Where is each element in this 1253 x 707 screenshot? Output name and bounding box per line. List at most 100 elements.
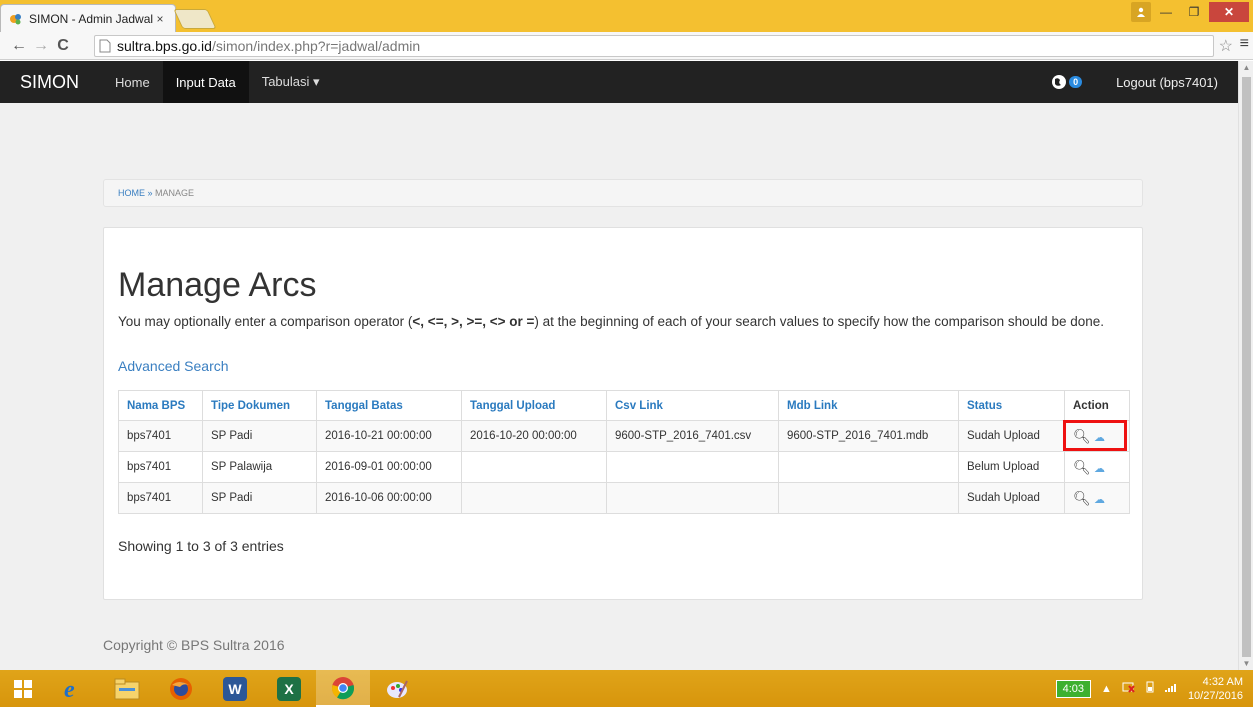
scroll-up-icon[interactable]: ▲ (1239, 63, 1253, 72)
url-input[interactable]: sultra.bps.go.id/simon/index.php?r=jadwa… (94, 35, 1214, 57)
cell-tipe-dokumen: SP Palawija (202, 451, 317, 483)
clock-date: 10/27/2016 (1187, 689, 1243, 702)
folder-icon (114, 678, 140, 699)
table-row: bps7401 SP Padi 2016-10-21 00:00:00 2016… (118, 420, 1130, 452)
cell-tanggal-upload (461, 482, 607, 514)
cell-action: 🔍︎ ☁ (1064, 451, 1130, 483)
user-profile-icon[interactable] (1131, 2, 1151, 22)
cell-tanggal-batas: 2016-10-21 00:00:00 (316, 420, 462, 452)
browser-menu-icon[interactable]: ≡ (1240, 35, 1249, 53)
brand-logo[interactable]: SIMON (0, 72, 102, 93)
tab-title: SIMON - Admin Jadwal (29, 11, 154, 26)
windows-start-button[interactable] (0, 670, 46, 707)
col-header-csv-link[interactable]: Csv Link (606, 390, 779, 421)
new-tab-button[interactable] (173, 9, 217, 29)
battery-tray-icon[interactable] (1146, 681, 1154, 696)
taskbar-chrome[interactable] (316, 670, 370, 707)
svg-text:e: e (64, 677, 75, 702)
cell-csv-link (606, 451, 779, 483)
table-row: bps7401 SP Palawija 2016-09-01 00:00:00 … (118, 451, 1130, 483)
excel-icon: X (277, 676, 301, 701)
cell-status: Belum Upload (958, 451, 1065, 483)
back-icon[interactable]: ← (8, 37, 30, 55)
help-text-pre: You may optionally enter a comparison op… (118, 314, 413, 329)
cell-status: Sudah Upload (958, 482, 1065, 514)
data-table: Nama BPS Tipe Dokumen Tanggal Batas Tang… (118, 390, 1130, 514)
paint-icon (387, 680, 408, 698)
cell-action: 🔍︎ ☁ (1063, 420, 1130, 452)
top-navbar: SIMON Home Input Data Tabulasi ▾ 0 Logou… (0, 61, 1238, 103)
col-header-status[interactable]: Status (958, 390, 1065, 421)
col-header-nama-bps[interactable]: Nama BPS (118, 390, 203, 421)
logout-link[interactable]: Logout (bps7401) (1096, 75, 1218, 90)
cell-mdb-link (778, 451, 959, 483)
network-icon[interactable] (1122, 681, 1136, 696)
advanced-search-link[interactable]: Advanced Search (118, 358, 229, 374)
notification-count-badge: 0 (1069, 76, 1083, 88)
view-search-icon[interactable]: 🔍︎ (1073, 490, 1091, 506)
close-window-icon[interactable]: ✕ (1209, 2, 1249, 22)
windows-taskbar: e W X 4:03 ▲ 4:32 AM 10/27/2016 (0, 670, 1253, 707)
col-header-tanggal-batas[interactable]: Tanggal Batas (316, 390, 462, 421)
tray-expand-icon[interactable]: ▲ (1101, 683, 1112, 695)
firefox-icon (170, 677, 192, 700)
help-text-operators: <, <=, >, >=, <> or = (412, 314, 535, 329)
taskbar-word[interactable]: W (208, 670, 262, 707)
cell-tipe-dokumen: SP Padi (202, 420, 317, 452)
breadcrumb-current: MANAGE (155, 188, 195, 198)
taskbar-ie[interactable]: e (46, 670, 100, 707)
breadcrumb-separator: » (145, 188, 156, 198)
internet-explorer-icon: e (64, 677, 75, 702)
simon-favicon-icon (9, 12, 23, 26)
cell-tanggal-batas: 2016-10-06 00:00:00 (316, 482, 462, 514)
nav-home[interactable]: Home (102, 61, 163, 103)
taskbar-excel[interactable]: X (262, 670, 316, 707)
breadcrumb: HOME » MANAGE (103, 179, 1143, 207)
system-clock[interactable]: 4:32 AM 10/27/2016 (1188, 675, 1243, 703)
page-title: Manage Arcs (118, 266, 317, 304)
footer-copyright: Copyright © BPS Sultra 2016 (103, 637, 285, 653)
upload-cloud-icon[interactable]: ☁ (1094, 494, 1105, 506)
address-toolbar: ← → C sultra.bps.go.id/simon/index.php?r… (0, 32, 1253, 60)
table-summary: Showing 1 to 3 of 3 entries (118, 538, 284, 554)
browser-tab[interactable]: SIMON - Admin Jadwal × (0, 4, 176, 32)
scrollbar-thumb[interactable] (1242, 77, 1251, 657)
url-path: /simon/index.php?r=jadwal/admin (211, 38, 421, 54)
taskbar-paint[interactable] (370, 670, 424, 707)
bookmark-star-icon[interactable]: ☆ (1219, 36, 1233, 56)
page-scrollbar[interactable]: ▲ ▼ (1238, 61, 1253, 670)
view-search-icon[interactable]: 🔍︎ (1073, 459, 1091, 475)
cell-status: Sudah Upload (958, 420, 1065, 452)
help-text-post: ) at the beginning of each of your searc… (534, 314, 1104, 329)
restore-icon[interactable]: ❐ (1181, 2, 1207, 22)
cell-tanggal-upload (461, 451, 607, 483)
chrome-icon (331, 676, 355, 699)
close-tab-icon[interactable]: × (153, 12, 167, 26)
cell-tipe-dokumen: SP Padi (202, 482, 317, 514)
cell-csv-link: 9600-STP_2016_7401.csv (606, 420, 779, 452)
forward-icon[interactable]: → (30, 37, 52, 55)
taskbar-firefox[interactable] (154, 670, 208, 707)
cell-tanggal-upload: 2016-10-20 00:00:00 (461, 420, 607, 452)
breadcrumb-home-link[interactable]: HOME (118, 188, 145, 198)
cell-nama-bps: bps7401 (118, 420, 203, 452)
col-header-tipe-dokumen[interactable]: Tipe Dokumen (202, 390, 317, 421)
col-header-mdb-link[interactable]: Mdb Link (778, 390, 959, 421)
upload-cloud-icon[interactable]: ☁ (1094, 463, 1105, 475)
nav-tabulasi-dropdown[interactable]: Tabulasi ▾ (249, 61, 333, 103)
cell-nama-bps: bps7401 (118, 451, 203, 483)
cell-action: 🔍︎ ☁ (1064, 482, 1130, 514)
word-icon: W (223, 676, 247, 701)
signal-strength-icon[interactable] (1164, 681, 1178, 696)
minimize-icon[interactable]: — (1153, 2, 1179, 22)
col-header-action: Action (1064, 390, 1130, 421)
nav-input-data[interactable]: Input Data (162, 61, 249, 103)
scroll-down-icon[interactable]: ▼ (1239, 659, 1253, 668)
battery-indicator[interactable]: 4:03 (1055, 679, 1092, 698)
taskbar-file-explorer[interactable] (100, 670, 154, 707)
notifications[interactable]: 0 (1051, 74, 1083, 90)
reload-icon[interactable]: C (52, 37, 74, 55)
col-header-tanggal-upload[interactable]: Tanggal Upload (461, 390, 607, 421)
url-host: sultra.bps.go.id (117, 38, 212, 54)
help-text: You may optionally enter a comparison op… (118, 312, 1138, 332)
